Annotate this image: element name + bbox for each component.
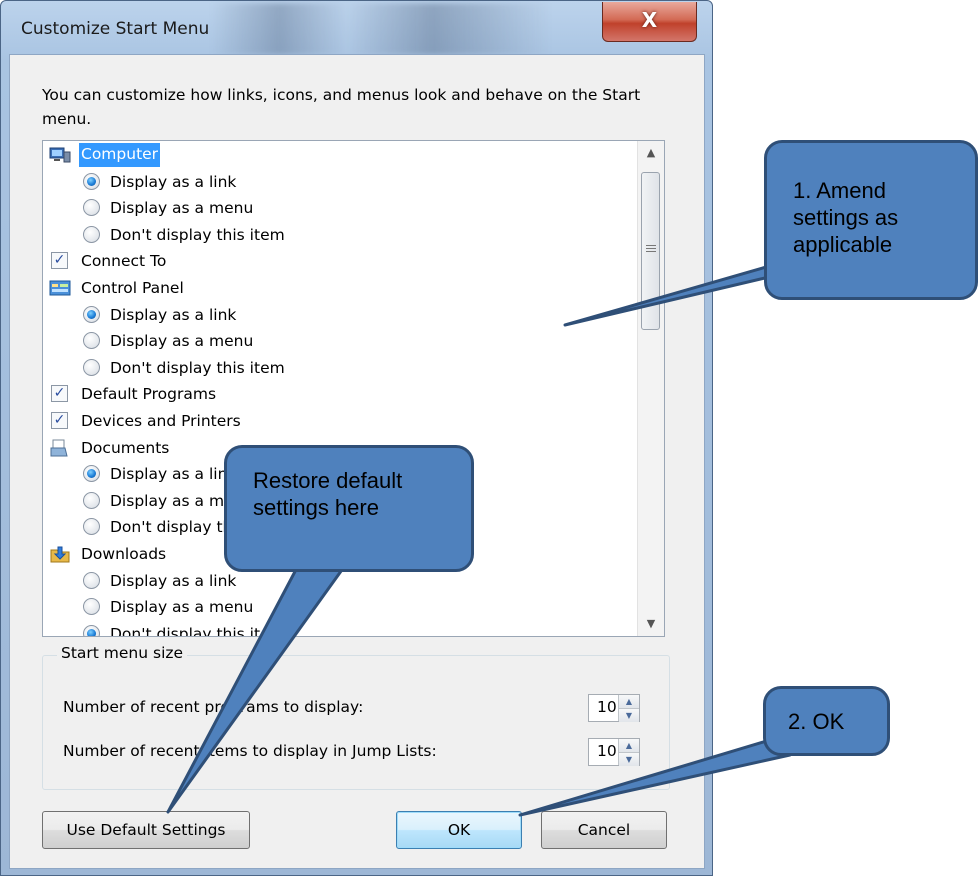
callout-restore-text: Restore default settings here — [253, 468, 403, 520]
callout-ok: 2. OK — [763, 686, 890, 756]
callout-amend-settings: 1. Amend settings as applicable — [764, 140, 978, 300]
callout-restore-defaults: Restore default settings here — [224, 445, 474, 572]
callout-amend-text: 1. Amend settings as applicable — [793, 178, 899, 257]
callout-ok-text: 2. OK — [788, 709, 845, 734]
